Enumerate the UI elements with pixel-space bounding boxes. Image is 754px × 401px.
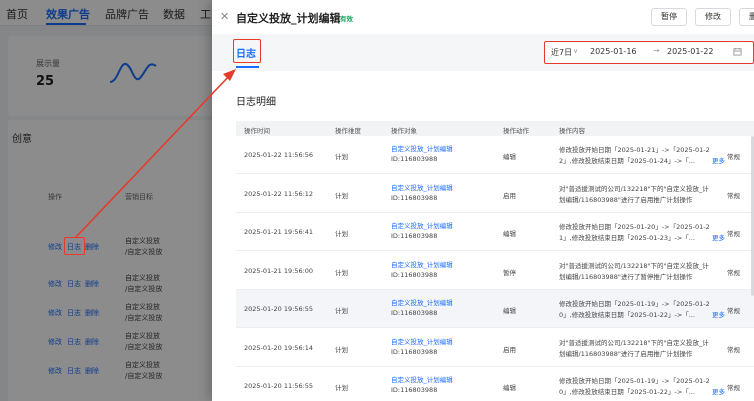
log-content-line2: 2」,修改投放结束日期「2025-01-24」->「... bbox=[559, 157, 695, 165]
log-level: 计划 bbox=[335, 269, 348, 277]
table-row: 2025-01-20 11:56:55 计划 自定义投放_计划编辑 ID:116803… bbox=[236, 367, 754, 401]
log-extra: 常规 bbox=[727, 307, 740, 315]
close-icon[interactable]: ✕ bbox=[220, 10, 229, 23]
table-header: 操作时间 操作维度 操作对象 操作动作 操作内容 bbox=[236, 121, 754, 136]
log-extra: 常规 bbox=[727, 230, 740, 238]
log-detail-title: 日志明细 bbox=[236, 97, 276, 108]
log-level: 计划 bbox=[335, 307, 348, 315]
log-content-line2: 划编辑/116803988"进行了暂停推广计划操作 bbox=[559, 273, 693, 281]
more-link[interactable]: 更多 bbox=[712, 155, 725, 165]
log-content-line1: 对"普适援测试的公司/132218"下的"自定义投放_计 bbox=[559, 339, 709, 347]
log-extra: 常规 bbox=[727, 384, 740, 392]
log-content-line1: 修改投放开始日期「2025-01-19」->「2025-01-2 bbox=[559, 300, 710, 308]
column-header-time: 操作时间 bbox=[244, 127, 270, 135]
log-level: 计划 bbox=[335, 230, 348, 238]
log-action: 编辑 bbox=[503, 384, 516, 392]
log-content-line1: 对"普适援测试的公司/132218"下的"自定义投放_计 bbox=[559, 185, 709, 193]
log-object-link[interactable]: 自定义投放_计划编辑 bbox=[391, 336, 453, 346]
log-time: 2025-01-20 11:56:55 bbox=[244, 382, 314, 390]
log-object-link[interactable]: 自定义投放_计划编辑 bbox=[391, 220, 453, 230]
table-row: 2025-01-21 19:56:00 计划 自定义投放_计划编辑 ID:116803… bbox=[236, 252, 754, 290]
column-header-object: 操作对象 bbox=[391, 127, 417, 135]
log-time: 2025-01-20 19:56:55 bbox=[244, 305, 314, 313]
log-action: 编辑 bbox=[503, 230, 516, 238]
log-object-id: ID:116803988 bbox=[391, 386, 438, 394]
column-header-level: 操作维度 bbox=[335, 127, 361, 135]
log-time: 2025-01-22 11:56:12 bbox=[244, 190, 314, 198]
log-time: 2025-01-21 19:56:00 bbox=[244, 267, 314, 275]
table-row: 2025-01-22 11:56:12 计划 自定义投放_计划编辑 ID:116803… bbox=[236, 175, 754, 213]
log-level: 计划 bbox=[335, 384, 348, 392]
log-object-link[interactable]: 自定义投放_计划编辑 bbox=[391, 297, 453, 307]
column-header-content: 操作内容 bbox=[559, 127, 585, 135]
table-row: 2025-01-21 19:56:41 计划 自定义投放_计划编辑 ID:116803… bbox=[236, 213, 754, 251]
range-arrow-icon: → bbox=[653, 46, 660, 55]
log-action: 编辑 bbox=[503, 307, 516, 315]
log-action: 启用 bbox=[503, 346, 516, 354]
log-level: 计划 bbox=[335, 153, 348, 161]
log-action: 编辑 bbox=[503, 153, 516, 161]
log-content-line1: 对"普适援测试的公司/132218"下的"自定义投放_计 bbox=[559, 262, 709, 270]
log-object-id: ID:116803988 bbox=[391, 309, 438, 317]
log-object-id: ID:116803988 bbox=[391, 194, 438, 202]
table-row: 2025-01-22 11:56:56 计划 自定义投放_计划编辑 ID:116803… bbox=[236, 136, 754, 174]
table-row: 2025-01-20 19:56:55 计划 自定义投放_计划编辑 ID:116803… bbox=[236, 290, 754, 328]
log-object-id: ID:116803988 bbox=[391, 271, 438, 279]
log-action: 启用 bbox=[503, 192, 516, 200]
table-row: 2025-01-20 19:56:14 计划 自定义投放_计划编辑 ID:116803… bbox=[236, 329, 754, 367]
start-date-input[interactable]: 2025-01-16 bbox=[590, 47, 637, 56]
log-time: 2025-01-22 11:56:56 bbox=[244, 151, 314, 159]
calendar-icon[interactable] bbox=[733, 47, 742, 56]
drawer-header: ✕ 自定义投放_计划编辑 有效 暂停 修改 删 bbox=[212, 0, 754, 34]
more-link[interactable]: 更多 bbox=[712, 232, 725, 242]
log-content-line2: 0」,修改投放结束日期「2025-01-22」->「... bbox=[559, 311, 695, 319]
log-extra: 常规 bbox=[727, 153, 740, 161]
plan-drawer: ✕ 自定义投放_计划编辑 有效 暂停 修改 删 日志 近7日 ∨ 2025-01… bbox=[212, 0, 754, 401]
more-link[interactable]: 更多 bbox=[712, 386, 725, 396]
column-header-action: 操作动作 bbox=[503, 127, 529, 135]
log-link-highlight bbox=[64, 237, 85, 255]
log-content-line2: 0」,修改投放结束日期「2025-01-22」->「... bbox=[559, 388, 695, 396]
log-object-link[interactable]: 自定义投放_计划编辑 bbox=[391, 182, 453, 192]
log-content-line2: 划编辑/116803988"进行了启用推广计划操作 bbox=[559, 196, 693, 204]
log-object-id: ID:116803988 bbox=[391, 155, 438, 163]
more-link[interactable]: 更多 bbox=[712, 309, 725, 319]
chevron-down-icon: ∨ bbox=[573, 47, 579, 55]
drawer-title: 自定义投放_计划编辑 bbox=[236, 12, 341, 25]
date-range-picker[interactable]: 近7日 ∨ 2025-01-16 → 2025-01-22 bbox=[544, 41, 754, 64]
log-object-link[interactable]: 自定义投放_计划编辑 bbox=[391, 259, 453, 269]
log-extra: 常规 bbox=[727, 346, 740, 354]
log-object-id: ID:116803988 bbox=[391, 232, 438, 240]
edit-button[interactable]: 修改 bbox=[695, 8, 731, 26]
log-content-line2: 划编辑/116803988"进行了启用推广计划操作 bbox=[559, 350, 693, 358]
log-action: 暂停 bbox=[503, 269, 516, 277]
delete-button[interactable]: 删 bbox=[739, 8, 754, 26]
log-time: 2025-01-21 19:56:41 bbox=[244, 228, 314, 236]
log-object-link[interactable]: 自定义投放_计划编辑 bbox=[391, 143, 453, 153]
log-extra: 常规 bbox=[727, 192, 740, 200]
log-time: 2025-01-20 19:56:14 bbox=[244, 344, 314, 352]
log-content-line1: 修改投放开始日期「2025-01-19」->「2025-01-2 bbox=[559, 377, 710, 385]
log-level: 计划 bbox=[335, 346, 348, 354]
log-content-line1: 修改投放开始日期「2025-01-20」->「2025-01-2 bbox=[559, 223, 710, 231]
log-object-id: ID:116803988 bbox=[391, 348, 438, 356]
log-level: 计划 bbox=[335, 192, 348, 200]
date-preset-select[interactable]: 近7日 bbox=[551, 47, 572, 58]
tab-log-highlight bbox=[233, 39, 261, 63]
log-object-link[interactable]: 自定义投放_计划编辑 bbox=[391, 374, 453, 384]
tab-active-indicator bbox=[236, 66, 259, 68]
log-content-line2: 1」,修改投放结束日期「2025-01-23」->「... bbox=[559, 234, 695, 242]
pause-button[interactable]: 暂停 bbox=[651, 8, 687, 26]
log-extra: 常规 bbox=[727, 269, 740, 277]
end-date-input[interactable]: 2025-01-22 bbox=[667, 47, 714, 56]
status-badge: 有效 bbox=[340, 15, 353, 23]
log-content-line1: 修改投放开始日期「2025-01-21」->「2025-01-2 bbox=[559, 146, 710, 154]
